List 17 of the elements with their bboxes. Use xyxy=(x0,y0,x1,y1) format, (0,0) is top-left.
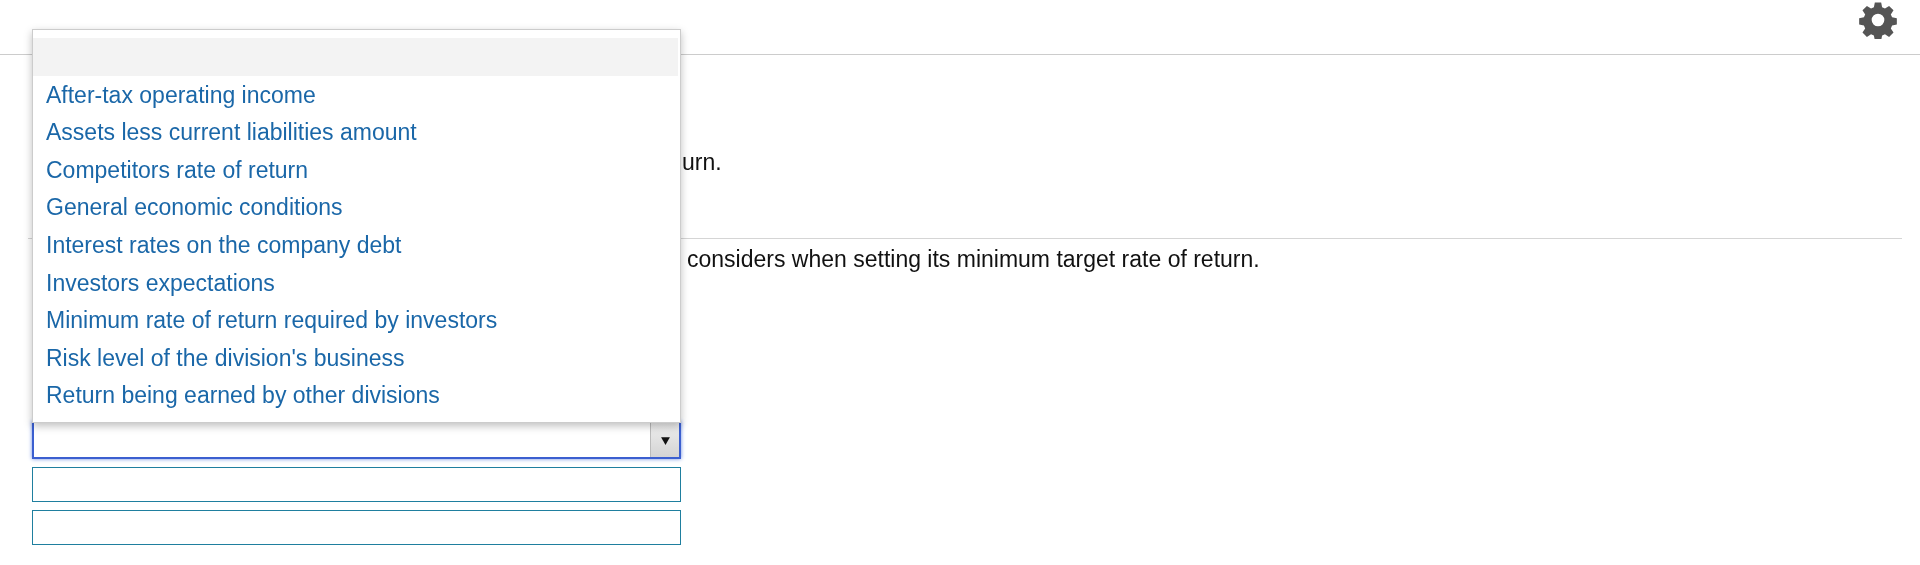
dropdown-option[interactable]: Minimum rate of return required by investors xyxy=(33,301,680,339)
dropdown-option[interactable]: Competitors rate of return xyxy=(33,150,680,189)
dropdown-option[interactable]: After-tax operating income xyxy=(33,75,680,114)
dropdown-option[interactable]: Interest rates on the company debt xyxy=(33,226,680,264)
dropdown-option[interactable]: Return being earned by other divisions xyxy=(33,376,680,414)
input-field[interactable] xyxy=(32,510,681,545)
question-text: considers when setting its minimum target rate of return. xyxy=(687,246,1260,272)
input-field[interactable] xyxy=(32,467,681,502)
dropdown-arrow-button[interactable] xyxy=(650,423,679,457)
caret-icon xyxy=(659,434,671,446)
dropdown-option[interactable]: Assets less current liabilities amount xyxy=(33,113,680,151)
dropdown-option[interactable]: Investors expectations xyxy=(33,263,680,302)
question-text: urn. xyxy=(682,149,722,175)
settings-icon[interactable] xyxy=(1859,1,1897,39)
dropdown-option[interactable]: General economic conditions xyxy=(33,188,680,227)
dropdown-select[interactable] xyxy=(32,421,681,459)
dropdown-option[interactable]: Risk level of the division's business xyxy=(33,338,680,377)
